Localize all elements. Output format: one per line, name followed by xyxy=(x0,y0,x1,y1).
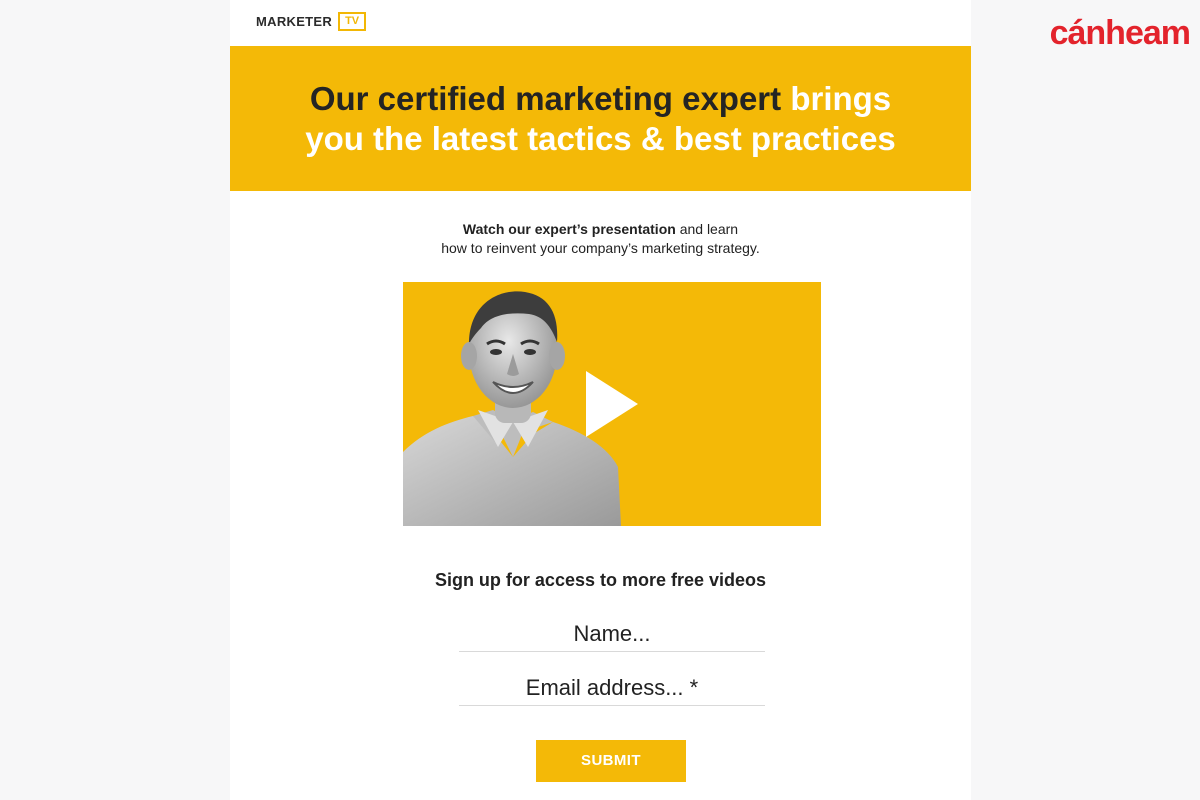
logo-word: MARKETER xyxy=(256,13,333,29)
intro-line2: how to reinvent your company’s marketing… xyxy=(441,240,760,256)
logo-badge: TV xyxy=(338,11,367,31)
submit-button[interactable]: SUBMIT xyxy=(536,740,686,782)
brand-logo: cánheam xyxy=(1049,14,1191,52)
hero-banner: Our certified marketing expert brings yo… xyxy=(230,46,971,191)
signup-heading: Sign up for access to more free videos xyxy=(434,570,767,590)
name-input[interactable]: Name... xyxy=(459,617,765,652)
intro-bold: Watch our expert’s presentation xyxy=(462,221,676,237)
brand-name: cánheam xyxy=(1049,14,1191,52)
hero-line1-light: brings xyxy=(790,79,892,117)
hero-line-2: you the latest tactics & best practices xyxy=(305,119,896,157)
hero-line-1: Our certified marketing expert brings xyxy=(230,79,971,119)
intro-rest: and learn xyxy=(679,221,739,237)
email-input[interactable]: Email address... * xyxy=(459,671,765,706)
marketer-tv-logo: MARKETER TV xyxy=(256,10,367,32)
play-icon[interactable] xyxy=(586,371,638,437)
hero-line1-dark: Our certified marketing expert xyxy=(309,79,782,117)
intro-text: Watch our expert’s presentation and lear… xyxy=(230,220,971,258)
